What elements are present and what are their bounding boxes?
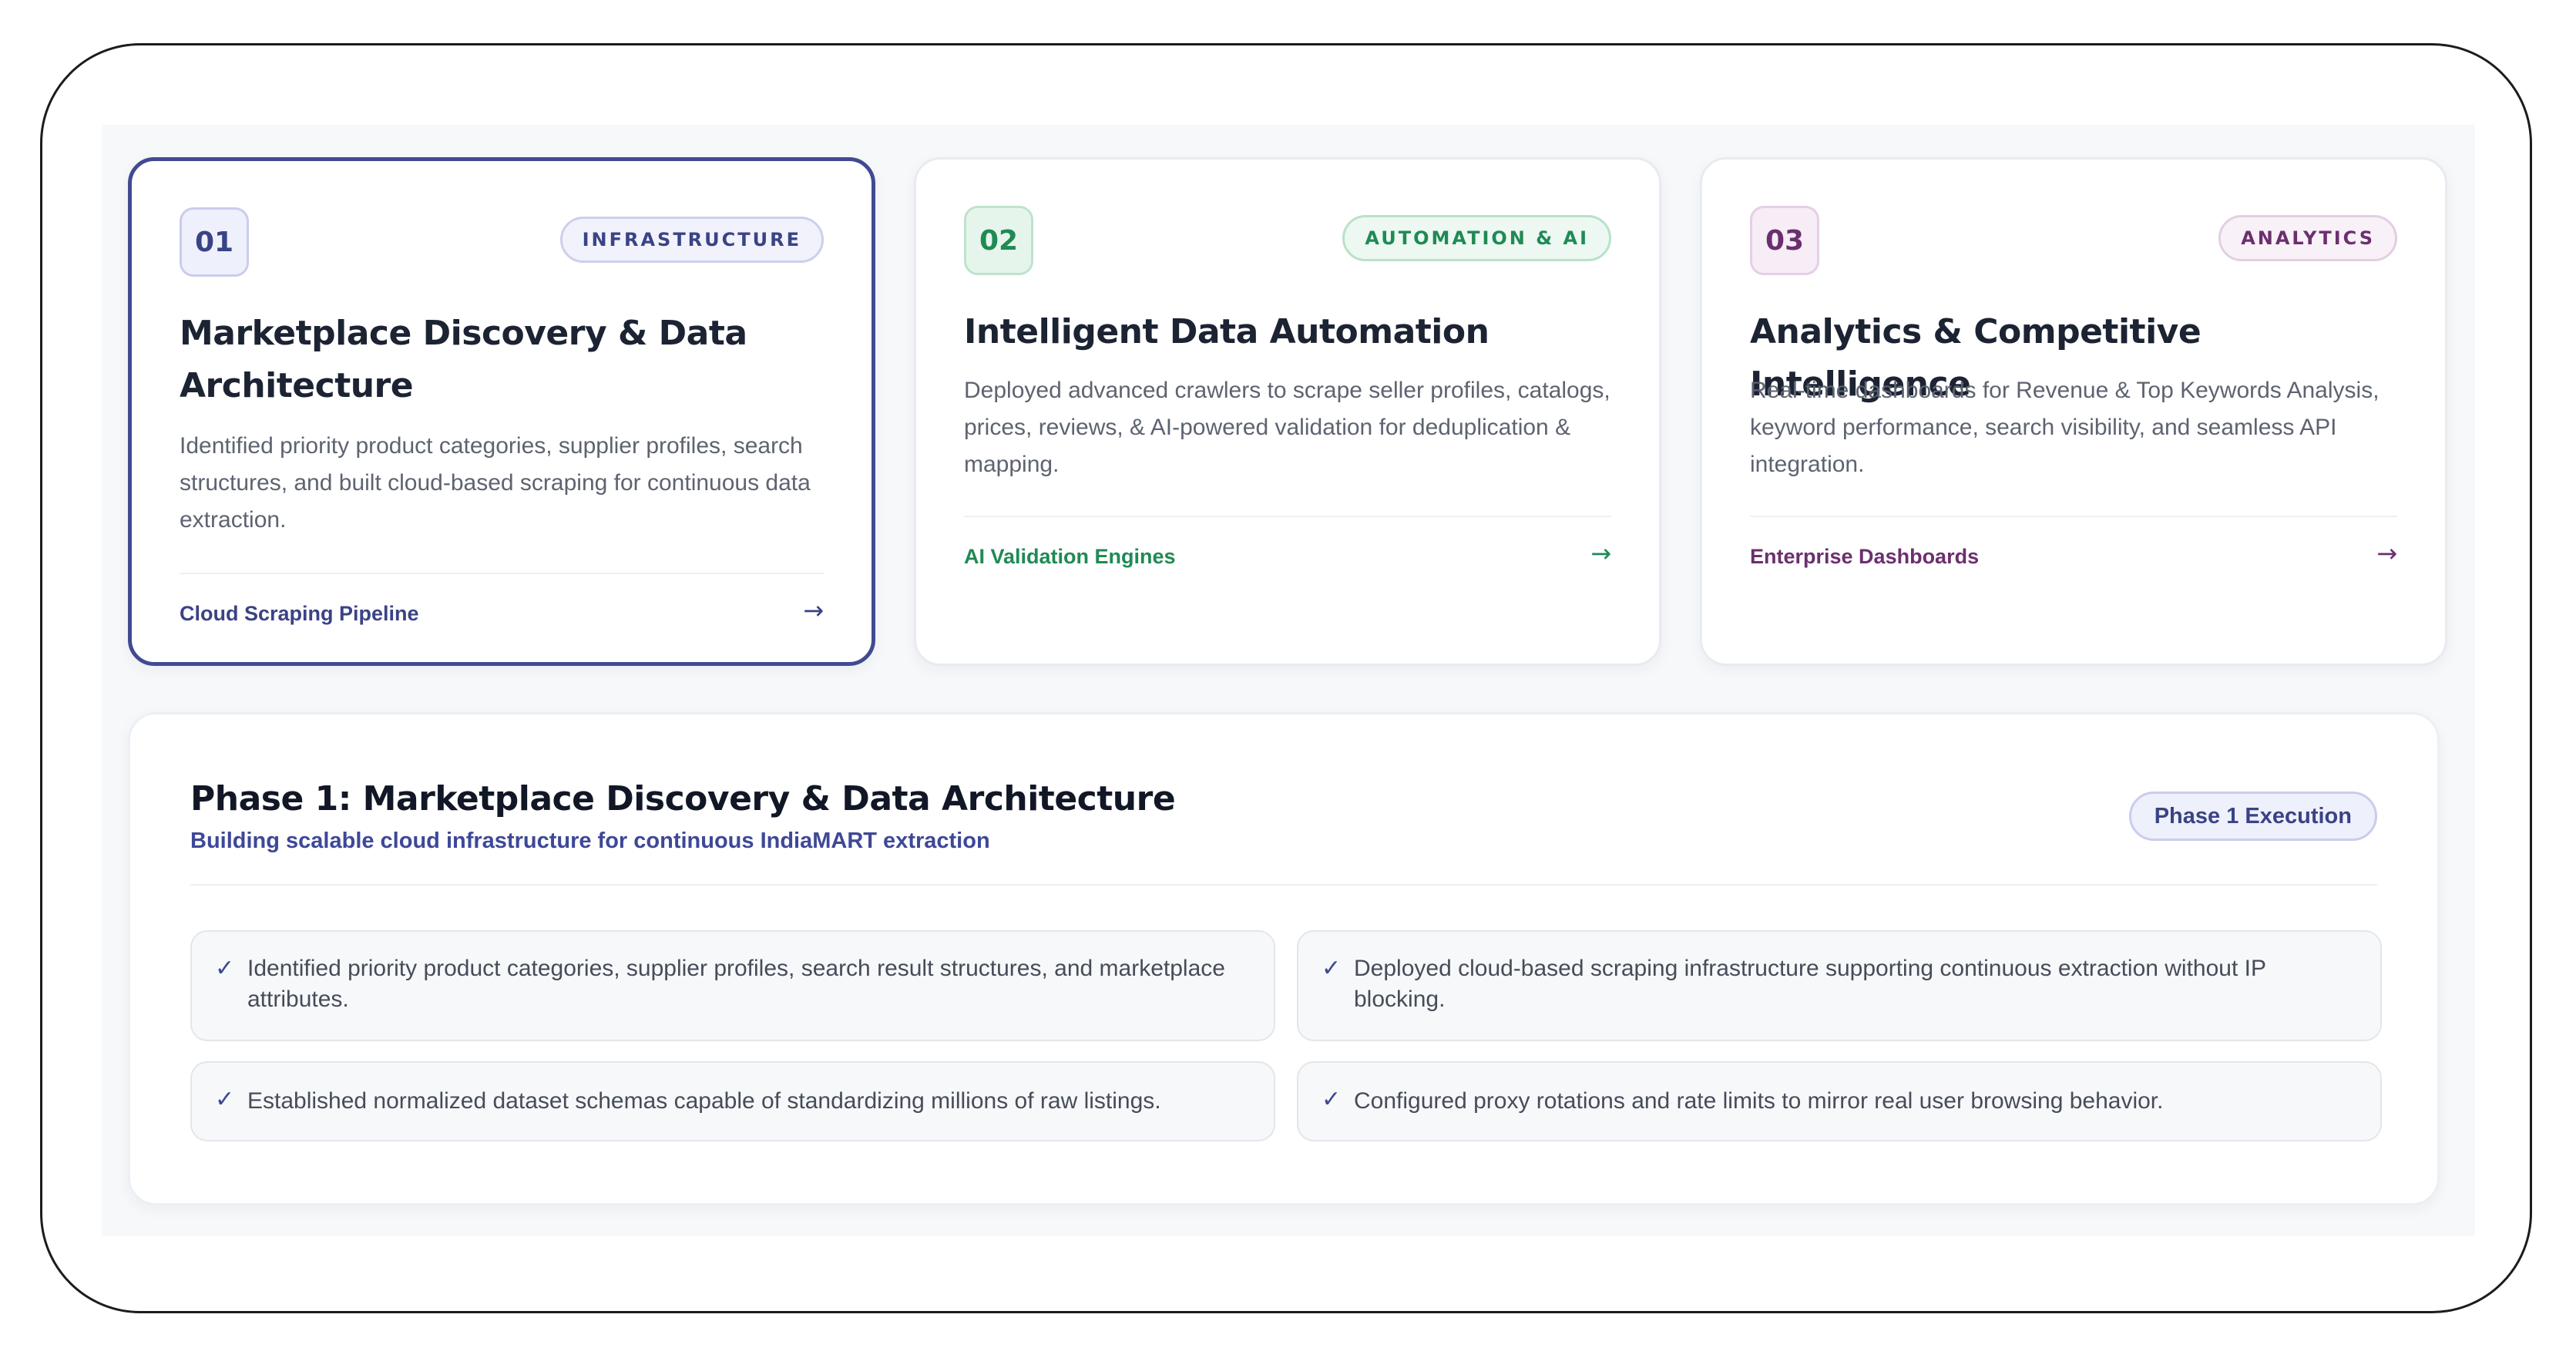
phase-divider xyxy=(190,884,2377,886)
phase-item-text: Identified priority product categories, … xyxy=(247,956,1225,1012)
check-icon: ✓ xyxy=(215,955,235,982)
card-analytics[interactable]: 03 ANALYTICS Analytics & Competitive Int… xyxy=(1700,157,2447,666)
phase-item: ✓ Deployed cloud-based scraping infrastr… xyxy=(1297,930,2382,1041)
arrow-right-icon[interactable]: → xyxy=(803,596,824,625)
phase-item: ✓ Identified priority product categories… xyxy=(190,930,1275,1041)
phase-item-text: Deployed cloud-based scraping infrastruc… xyxy=(1354,956,2266,1012)
card-tag: AUTOMATION & AI xyxy=(1342,215,1611,261)
check-icon: ✓ xyxy=(1322,1086,1342,1113)
card-title: Marketplace Discovery & Data Architectur… xyxy=(180,314,747,405)
phase-subtitle: Building scalable cloud infrastructure f… xyxy=(190,829,990,853)
check-icon: ✓ xyxy=(215,1086,235,1113)
phase-item: ✓ Established normalized dataset schemas… xyxy=(190,1061,1275,1141)
phase-item-text: Established normalized dataset schemas c… xyxy=(247,1088,1161,1114)
phase-title: Phase 1: Marketplace Discovery & Data Ar… xyxy=(190,779,1176,818)
card-number: 02 xyxy=(964,206,1033,275)
card-divider xyxy=(964,516,1611,517)
card-title: Intelligent Data Automation xyxy=(964,312,1490,351)
card-automation[interactable]: 02 AUTOMATION & AI Intelligent Data Auto… xyxy=(914,157,1661,666)
card-description: Deployed advanced crawlers to scrape sel… xyxy=(964,378,1610,477)
card-divider xyxy=(1750,516,2397,517)
phase-item-text: Configured proxy rotations and rate limi… xyxy=(1354,1088,2164,1114)
phase-panel: Phase 1: Marketplace Discovery & Data Ar… xyxy=(128,712,2440,1205)
card-number: 03 xyxy=(1750,206,1819,275)
card-tag: INFRASTRUCTURE xyxy=(559,217,824,263)
check-icon: ✓ xyxy=(1322,955,1342,982)
arrow-right-icon[interactable]: → xyxy=(2376,539,2397,568)
card-description: Real-time dashboards for Revenue & Top K… xyxy=(1750,378,2380,477)
card-footer-link[interactable]: Enterprise Dashboards xyxy=(1750,545,1979,569)
card-divider xyxy=(180,573,824,574)
phase-badge: Phase 1 Execution xyxy=(2128,792,2377,841)
card-number: 01 xyxy=(180,207,249,277)
card-description: Identified priority product categories, … xyxy=(180,433,811,533)
card-footer-link[interactable]: AI Validation Engines xyxy=(964,545,1176,569)
arrow-right-icon[interactable]: → xyxy=(1590,539,1611,568)
card-tag: ANALYTICS xyxy=(2218,215,2397,261)
card-infrastructure[interactable]: 01 INFRASTRUCTURE Marketplace Discovery … xyxy=(128,157,875,666)
card-footer-link[interactable]: Cloud Scraping Pipeline xyxy=(180,602,419,626)
phase-item: ✓ Configured proxy rotations and rate li… xyxy=(1297,1061,2382,1141)
